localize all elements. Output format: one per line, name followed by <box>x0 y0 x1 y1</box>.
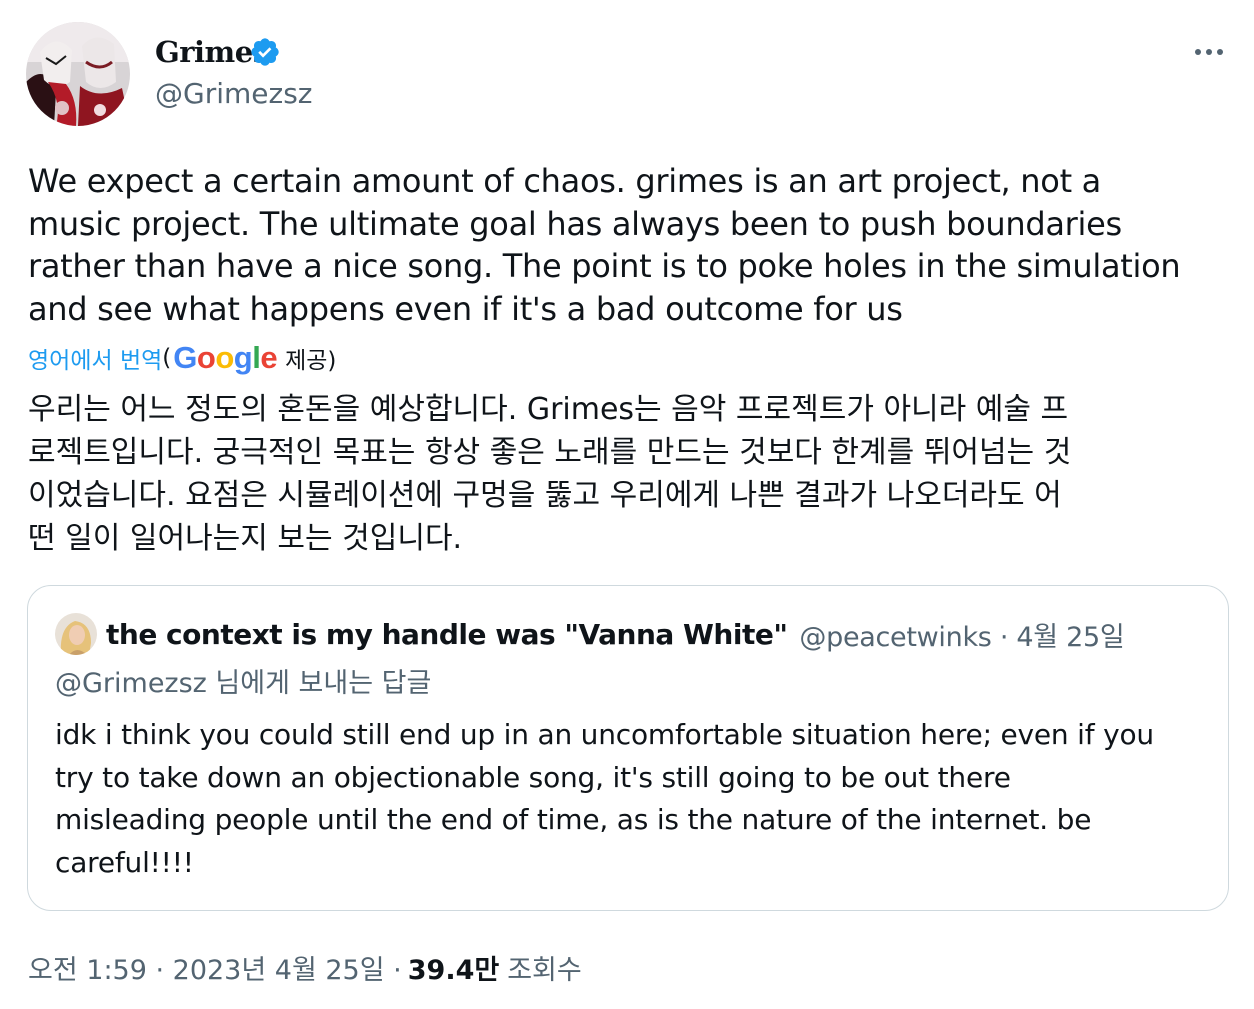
tweet-timestamp[interactable]: 오전 1:59 · 2023년 4월 25일 · <box>28 948 402 987</box>
translation-attribution: 영어에서 번역 ( Google 제공) <box>28 338 336 378</box>
author-avatar[interactable] <box>26 22 130 126</box>
tweet-footer: 오전 1:59 · 2023년 4월 25일 · 39.4만 조회수 <box>28 947 582 987</box>
translate-paren: ( <box>162 345 172 371</box>
quoted-tweet-text: idk i think you could still end up in an… <box>55 718 1154 879</box>
quoted-author-avatar[interactable] <box>55 613 97 655</box>
quoted-tweet-card[interactable]: the context is my handle was "Vanna Whit… <box>27 585 1229 911</box>
verified-badge-icon <box>251 38 279 66</box>
quoted-display-name[interactable]: the context is my handle was "Vanna Whit… <box>106 618 788 651</box>
translate-provider-suffix: 제공) <box>285 348 337 374</box>
quoted-handle-date[interactable]: @peacetwinks · 4월 25일 <box>799 615 1124 654</box>
quoted-reply-to: @Grimezsz 님에게 보내는 답글 <box>55 668 432 699</box>
more-options-icon[interactable] <box>1195 40 1227 64</box>
translated-text: 우리는 어느 정도의 혼돈을 예상합니다. Grimes는 음악 프로젝트가 아… <box>28 392 1072 556</box>
views-count: 39.4만 <box>407 954 500 986</box>
views-label: 조회수 <box>507 954 582 986</box>
google-logo: Google <box>173 340 278 375</box>
translate-link[interactable]: 영어에서 번역 <box>28 341 162 375</box>
author-handle[interactable]: @Grimezsz <box>155 76 312 112</box>
quoted-header: the context is my handle was "Vanna Whit… <box>106 614 1125 654</box>
tweet-text: We expect a certain amount of chaos. gri… <box>28 162 1181 328</box>
